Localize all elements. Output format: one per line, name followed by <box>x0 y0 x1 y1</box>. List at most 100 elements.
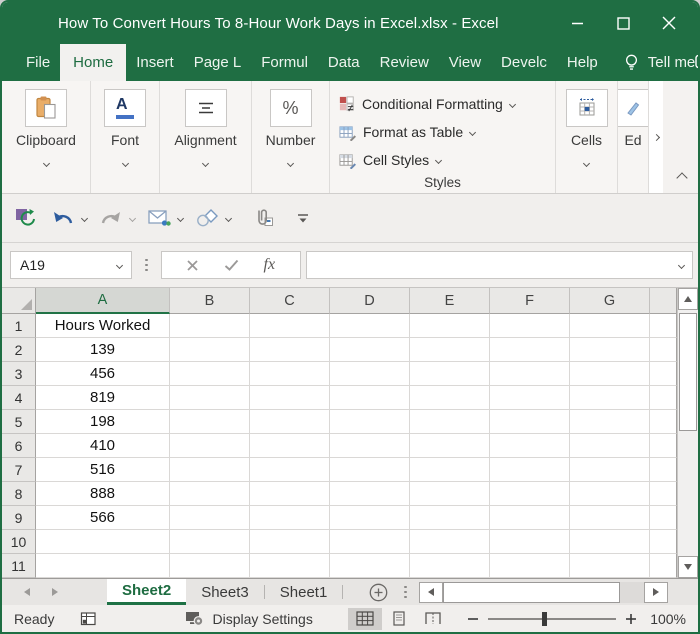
cell-h9-partial[interactable] <box>650 506 677 530</box>
editing-group-button[interactable] <box>618 89 648 127</box>
tab-data[interactable]: Data <box>318 44 370 81</box>
shapes-dropdown[interactable] <box>220 214 236 222</box>
scroll-down-button[interactable] <box>678 556 698 578</box>
cell-b4[interactable] <box>170 386 250 410</box>
clipboard-group-button[interactable] <box>25 89 67 127</box>
cell-h3-partial[interactable] <box>650 362 677 386</box>
zoom-slider[interactable] <box>488 611 616 626</box>
select-all-button[interactable] <box>2 288 36 314</box>
scroll-right-button[interactable] <box>643 581 668 603</box>
cell-g3[interactable] <box>570 362 650 386</box>
cell-f7[interactable] <box>490 458 570 482</box>
column-header-f[interactable]: F <box>490 288 570 314</box>
column-header-d[interactable]: D <box>330 288 410 314</box>
cell-e8[interactable] <box>410 482 490 506</box>
new-sheet-button[interactable] <box>369 583 388 602</box>
cell-c6[interactable] <box>250 434 330 458</box>
maximize-button[interactable] <box>600 3 646 43</box>
tell-me-box[interactable]: Tell me <box>624 44 695 81</box>
cell-h8-partial[interactable] <box>650 482 677 506</box>
minimize-button[interactable] <box>554 3 600 43</box>
number-group-expand[interactable] <box>286 153 295 171</box>
cell-e4[interactable] <box>410 386 490 410</box>
cell-c7[interactable] <box>250 458 330 482</box>
previous-sheet-button[interactable] <box>24 588 30 596</box>
cell-c4[interactable] <box>250 386 330 410</box>
cell-g6[interactable] <box>570 434 650 458</box>
formula-input[interactable] <box>305 251 693 279</box>
attach-button[interactable] <box>250 205 276 231</box>
row-header-10[interactable]: 10 <box>2 530 36 554</box>
display-settings-button[interactable]: Display Settings <box>185 610 313 627</box>
row-header-11[interactable]: 11 <box>2 554 36 578</box>
font-group-button[interactable]: A <box>104 89 146 127</box>
row-header-8[interactable]: 8 <box>2 482 36 506</box>
horizontal-scroll-thumb[interactable] <box>442 581 620 603</box>
cell-c5[interactable] <box>250 410 330 434</box>
vertical-scrollbar[interactable] <box>677 288 698 578</box>
formula-bar-resize-handle[interactable] <box>145 258 148 272</box>
cell-g7[interactable] <box>570 458 650 482</box>
alignment-group-expand[interactable] <box>201 153 210 171</box>
cell-f2[interactable] <box>490 338 570 362</box>
cell-c9[interactable] <box>250 506 330 530</box>
cell-e10[interactable] <box>410 530 490 554</box>
cell-e7[interactable] <box>410 458 490 482</box>
ribbon-scroll-right-button[interactable] <box>648 81 663 193</box>
cell-e11[interactable] <box>410 554 490 578</box>
clipboard-group-expand[interactable] <box>42 153 50 171</box>
column-header-a[interactable]: A <box>36 288 170 314</box>
name-box[interactable]: A19 <box>10 251 132 279</box>
tab-developer[interactable]: Develc <box>491 44 557 81</box>
horizontal-scroll-track[interactable] <box>619 581 644 603</box>
cell-c10[interactable] <box>250 530 330 554</box>
cell-b11[interactable] <box>170 554 250 578</box>
tab-help[interactable]: Help <box>557 44 608 81</box>
cell-d6[interactable] <box>330 434 410 458</box>
column-header-g[interactable]: G <box>570 288 650 314</box>
cell-d11[interactable] <box>330 554 410 578</box>
cell-a3[interactable]: 456 <box>36 362 170 386</box>
zoom-slider-track[interactable] <box>488 617 616 620</box>
cell-e3[interactable] <box>410 362 490 386</box>
tab-review[interactable]: Review <box>370 44 439 81</box>
alignment-group-button[interactable] <box>184 89 227 127</box>
cell-f6[interactable] <box>490 434 570 458</box>
cell-e9[interactable] <box>410 506 490 530</box>
cell-f11[interactable] <box>490 554 570 578</box>
zoom-level[interactable]: 100% <box>642 611 686 627</box>
cell-g5[interactable] <box>570 410 650 434</box>
next-sheet-button[interactable] <box>52 588 58 596</box>
cell-b5[interactable] <box>170 410 250 434</box>
font-group-expand[interactable] <box>121 153 129 171</box>
tab-home[interactable]: Home <box>60 44 127 81</box>
cell-h2-partial[interactable] <box>650 338 677 362</box>
cell-h10-partial[interactable] <box>650 530 677 554</box>
row-header-7[interactable]: 7 <box>2 458 36 482</box>
scroll-left-button[interactable] <box>418 581 443 603</box>
cell-g1[interactable] <box>570 314 650 338</box>
zoom-out-button[interactable] <box>462 608 484 630</box>
cell-a5[interactable]: 198 <box>36 410 170 434</box>
zoom-slider-thumb[interactable] <box>541 611 547 626</box>
cell-b7[interactable] <box>170 458 250 482</box>
cell-a8[interactable]: 888 <box>36 482 170 506</box>
cell-e5[interactable] <box>410 410 490 434</box>
scroll-up-button[interactable] <box>678 288 698 310</box>
horizontal-scrollbar[interactable] <box>418 581 668 603</box>
cell-c3[interactable] <box>250 362 330 386</box>
sheet-tab-sheet3[interactable]: Sheet3 <box>186 579 264 605</box>
cell-d8[interactable] <box>330 482 410 506</box>
cell-f4[interactable] <box>490 386 570 410</box>
cell-h5-partial[interactable] <box>650 410 677 434</box>
row-header-5[interactable]: 5 <box>2 410 36 434</box>
cell-g10[interactable] <box>570 530 650 554</box>
cell-c11[interactable] <box>250 554 330 578</box>
format-as-table-button[interactable]: Format as Table <box>330 118 555 146</box>
undo-button[interactable] <box>50 205 76 231</box>
cell-f8[interactable] <box>490 482 570 506</box>
cell-d9[interactable] <box>330 506 410 530</box>
tab-formulas[interactable]: Formul <box>251 44 318 81</box>
cell-a4[interactable]: 819 <box>36 386 170 410</box>
cell-a2[interactable]: 139 <box>36 338 170 362</box>
